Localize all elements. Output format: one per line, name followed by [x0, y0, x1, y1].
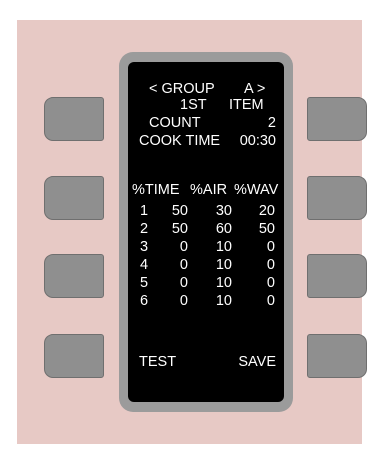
cook-time-label: COOK TIME — [139, 133, 221, 149]
table-row: 6 0 10 0 — [128, 294, 284, 308]
table-row: 5 0 10 0 — [128, 276, 284, 290]
count-value: 2 — [267, 115, 276, 131]
cell-air: 10 — [215, 257, 232, 273]
right-soft-button-4[interactable] — [307, 334, 367, 378]
cell-wav: 20 — [258, 203, 275, 219]
cell-time: 50 — [171, 203, 188, 219]
column-header-time: %TIME — [132, 182, 180, 198]
test-softkey-label[interactable]: TEST — [139, 355, 176, 370]
cell-air: 60 — [215, 221, 232, 237]
cell-time: 50 — [171, 221, 188, 237]
table-row: 1 50 30 20 — [128, 204, 284, 218]
column-header-wav: %WAV — [234, 182, 279, 198]
left-soft-button-1[interactable] — [44, 97, 104, 141]
row-number: 4 — [140, 257, 149, 273]
cell-air: 10 — [215, 239, 232, 255]
column-header-air: %AIR — [190, 182, 228, 198]
cell-air: 10 — [215, 275, 232, 291]
cell-wav: 50 — [258, 221, 275, 237]
cell-time: 0 — [179, 275, 188, 291]
left-soft-button-3[interactable] — [44, 254, 104, 298]
left-soft-button-4[interactable] — [44, 334, 104, 378]
cell-time: 0 — [179, 293, 188, 309]
item-label: ITEM — [229, 97, 264, 113]
cell-air: 10 — [215, 293, 232, 309]
cell-time: 0 — [179, 239, 188, 255]
cell-wav: 0 — [266, 239, 275, 255]
right-soft-button-2[interactable] — [307, 176, 367, 220]
cook-time-value: 00:30 — [239, 133, 276, 149]
cell-air: 30 — [215, 203, 232, 219]
row-number: 3 — [140, 239, 149, 255]
right-soft-button-1[interactable] — [307, 97, 367, 141]
count-label: COUNT — [149, 115, 201, 131]
cell-time: 0 — [179, 257, 188, 273]
row-number: 1 — [140, 203, 149, 219]
display-screen: < GROUP A > 1ST ITEM COUNT 2 COOK TIME 0… — [128, 62, 284, 402]
row-number: 5 — [140, 275, 149, 291]
table-row: 4 0 10 0 — [128, 258, 284, 272]
group-prev-label[interactable]: < GROUP — [149, 82, 215, 97]
cell-wav: 0 — [266, 275, 275, 291]
group-next-label[interactable]: A > — [244, 82, 265, 97]
table-row: 2 50 60 50 — [128, 222, 284, 236]
cell-wav: 0 — [266, 257, 275, 273]
cell-wav: 0 — [266, 293, 275, 309]
right-soft-button-3[interactable] — [307, 254, 367, 298]
row-number: 6 — [140, 293, 149, 309]
item-number: 1ST — [180, 97, 207, 113]
row-number: 2 — [140, 221, 149, 237]
table-row: 3 0 10 0 — [128, 240, 284, 254]
save-softkey-label[interactable]: SAVE — [238, 355, 276, 370]
left-soft-button-2[interactable] — [44, 176, 104, 220]
